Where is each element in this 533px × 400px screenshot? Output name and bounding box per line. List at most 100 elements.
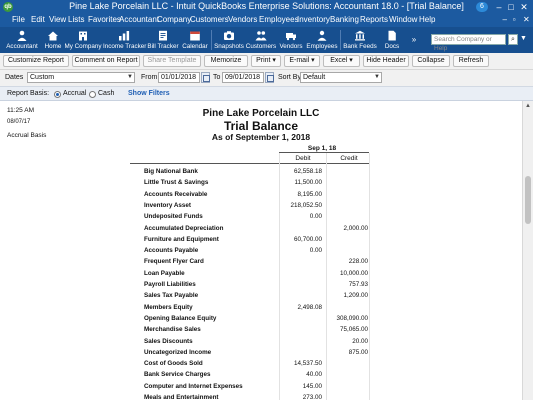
- menu-banking[interactable]: Banking: [330, 15, 359, 24]
- menu-company[interactable]: Company: [157, 15, 191, 24]
- scroll-up-icon[interactable]: ▲: [523, 101, 533, 111]
- credit-amount[interactable]: 757.93: [330, 281, 368, 288]
- sort-by-select[interactable]: Default ▼: [300, 72, 382, 83]
- iconbar-home[interactable]: Home: [42, 27, 64, 53]
- menu-employees[interactable]: Employees: [259, 15, 299, 24]
- close-child-icon[interactable]: ✕: [523, 15, 531, 24]
- debit-amount[interactable]: 145.00: [280, 383, 322, 390]
- credit-amount[interactable]: 308,090.00: [330, 315, 368, 322]
- cash-radio[interactable]: [89, 91, 96, 98]
- hide-header-button[interactable]: Hide Header: [363, 55, 409, 67]
- credit-header[interactable]: Credit: [329, 155, 369, 162]
- refresh-button[interactable]: Refresh: [453, 55, 489, 67]
- iconbar-docs[interactable]: Docs: [380, 27, 404, 53]
- debit-amount[interactable]: 8,195.00: [280, 191, 322, 198]
- to-date-input[interactable]: 09/01/2018: [222, 72, 264, 83]
- iconbar-my-company[interactable]: My Company: [64, 27, 102, 53]
- scrollbar-thumb[interactable]: [525, 176, 531, 224]
- to-calendar-icon[interactable]: [265, 72, 274, 83]
- table-row[interactable]: Opening Balance Equity 308,090.00: [130, 313, 369, 324]
- from-date-input[interactable]: 01/01/2018: [158, 72, 200, 83]
- search-dropdown-icon[interactable]: ▼: [520, 35, 527, 42]
- customize-report-button[interactable]: Customize Report: [3, 55, 69, 67]
- print-button[interactable]: Print ▾: [251, 55, 281, 67]
- iconbar-customers[interactable]: Customers: [245, 27, 277, 53]
- credit-amount[interactable]: 228.00: [330, 258, 368, 265]
- memorize-button[interactable]: Memorize: [204, 55, 248, 67]
- table-row[interactable]: Accumulated Depreciation 2,000.00: [130, 223, 369, 234]
- cash-label[interactable]: Cash: [98, 90, 114, 97]
- debit-amount[interactable]: 14,537.50: [280, 360, 322, 367]
- table-row[interactable]: Loan Payable 10,000.00: [130, 268, 369, 279]
- comment-on-report-button[interactable]: Comment on Report: [72, 55, 140, 67]
- credit-amount[interactable]: 875.00: [330, 349, 368, 356]
- iconbar-bill-tracker[interactable]: Bill Tracker: [145, 27, 181, 53]
- table-row[interactable]: Accounts Receivable 8,195.00: [130, 189, 369, 200]
- credit-amount[interactable]: 10,000.00: [330, 270, 368, 277]
- table-row[interactable]: Computer and Internet Expenses 145.00: [130, 381, 369, 392]
- menu-vendors[interactable]: Vendors: [228, 15, 257, 24]
- restore-child-icon[interactable]: –: [503, 15, 511, 24]
- table-row[interactable]: Inventory Asset 218,052.50: [130, 200, 369, 211]
- debit-amount[interactable]: 60,700.00: [280, 236, 322, 243]
- table-row[interactable]: Big National Bank 62,558.18: [130, 166, 369, 177]
- menu-help[interactable]: Help: [419, 15, 435, 24]
- debit-amount[interactable]: 62,558.18: [280, 168, 322, 175]
- table-row[interactable]: Furniture and Equipment 60,700.00: [130, 234, 369, 245]
- minimize-button[interactable]: –: [494, 2, 504, 12]
- menu-customers[interactable]: Customers: [190, 15, 229, 24]
- debit-amount[interactable]: 40.00: [280, 371, 322, 378]
- debit-amount[interactable]: 273.00: [280, 394, 322, 400]
- debit-amount[interactable]: 0.00: [280, 213, 322, 220]
- restore-window-icon[interactable]: ▫: [513, 15, 521, 24]
- maximize-button[interactable]: □: [506, 2, 516, 12]
- table-row[interactable]: Bank Service Charges 40.00: [130, 369, 369, 380]
- iconbar-snapshots[interactable]: Snapshots: [213, 27, 245, 53]
- search-input[interactable]: Search Company or Help: [431, 34, 506, 52]
- share-template-button[interactable]: Share Template: [143, 55, 201, 67]
- show-filters-link[interactable]: Show Filters: [128, 90, 170, 97]
- iconbar-calendar[interactable]: Calendar: [181, 27, 209, 53]
- search-button[interactable]: ⌕: [508, 34, 518, 45]
- menu-lists[interactable]: Lists: [68, 15, 84, 24]
- menu-window[interactable]: Window: [389, 15, 417, 24]
- email-button[interactable]: E-mail ▾: [284, 55, 320, 67]
- debit-header[interactable]: Debit: [281, 155, 325, 162]
- dates-select[interactable]: Custom ▼: [27, 72, 135, 83]
- credit-amount[interactable]: 20.00: [330, 338, 368, 345]
- table-row[interactable]: Merchandise Sales 75,065.00: [130, 324, 369, 335]
- iconbar-income-tracker[interactable]: Income Tracker: [103, 27, 146, 53]
- report-scrollbar[interactable]: ▲: [522, 101, 533, 400]
- accrual-radio[interactable]: [54, 91, 61, 98]
- debit-amount[interactable]: 11,500.00: [280, 179, 322, 186]
- menu-reports[interactable]: Reports: [360, 15, 388, 24]
- iconbar-bank-feeds[interactable]: Bank Feeds: [342, 27, 378, 53]
- credit-amount[interactable]: 1,209.00: [330, 292, 368, 299]
- menu-inventory[interactable]: Inventory: [297, 15, 330, 24]
- table-row[interactable]: Members Equity 2,498.08: [130, 302, 369, 313]
- table-row[interactable]: Meals and Entertainment 273.00: [130, 392, 369, 400]
- menu-favorites[interactable]: Favorites: [88, 15, 121, 24]
- menu-accountant[interactable]: Accountant: [119, 15, 159, 24]
- table-row[interactable]: Uncategorized Income 875.00: [130, 347, 369, 358]
- table-row[interactable]: Payroll Liabilities 757.93: [130, 279, 369, 290]
- from-calendar-icon[interactable]: [201, 72, 210, 83]
- credit-amount[interactable]: 75,065.00: [330, 326, 368, 333]
- collapse-button[interactable]: Collapse: [412, 55, 450, 67]
- credit-amount[interactable]: 2,000.00: [330, 225, 368, 232]
- debit-amount[interactable]: 0.00: [280, 247, 322, 254]
- iconbar-more-button[interactable]: »: [407, 27, 421, 53]
- table-row[interactable]: Cost of Goods Sold 14,537.50: [130, 358, 369, 369]
- table-row[interactable]: Little Trust & Savings 11,500.00: [130, 177, 369, 188]
- debit-amount[interactable]: 2,498.08: [280, 304, 322, 311]
- menu-edit[interactable]: Edit: [31, 15, 45, 24]
- table-row[interactable]: Sales Discounts 20.00: [130, 336, 369, 347]
- table-row[interactable]: Frequent Flyer Card 228.00: [130, 256, 369, 267]
- debit-amount[interactable]: 218,052.50: [280, 202, 322, 209]
- table-row[interactable]: Sales Tax Payable 1,209.00: [130, 290, 369, 301]
- accrual-label[interactable]: Accrual: [63, 90, 86, 97]
- excel-button[interactable]: Excel ▾: [323, 55, 360, 67]
- table-row[interactable]: Accounts Payable 0.00: [130, 245, 369, 256]
- iconbar-vendors[interactable]: Vendors: [277, 27, 305, 53]
- iconbar-accountant[interactable]: Accountant: [2, 27, 42, 53]
